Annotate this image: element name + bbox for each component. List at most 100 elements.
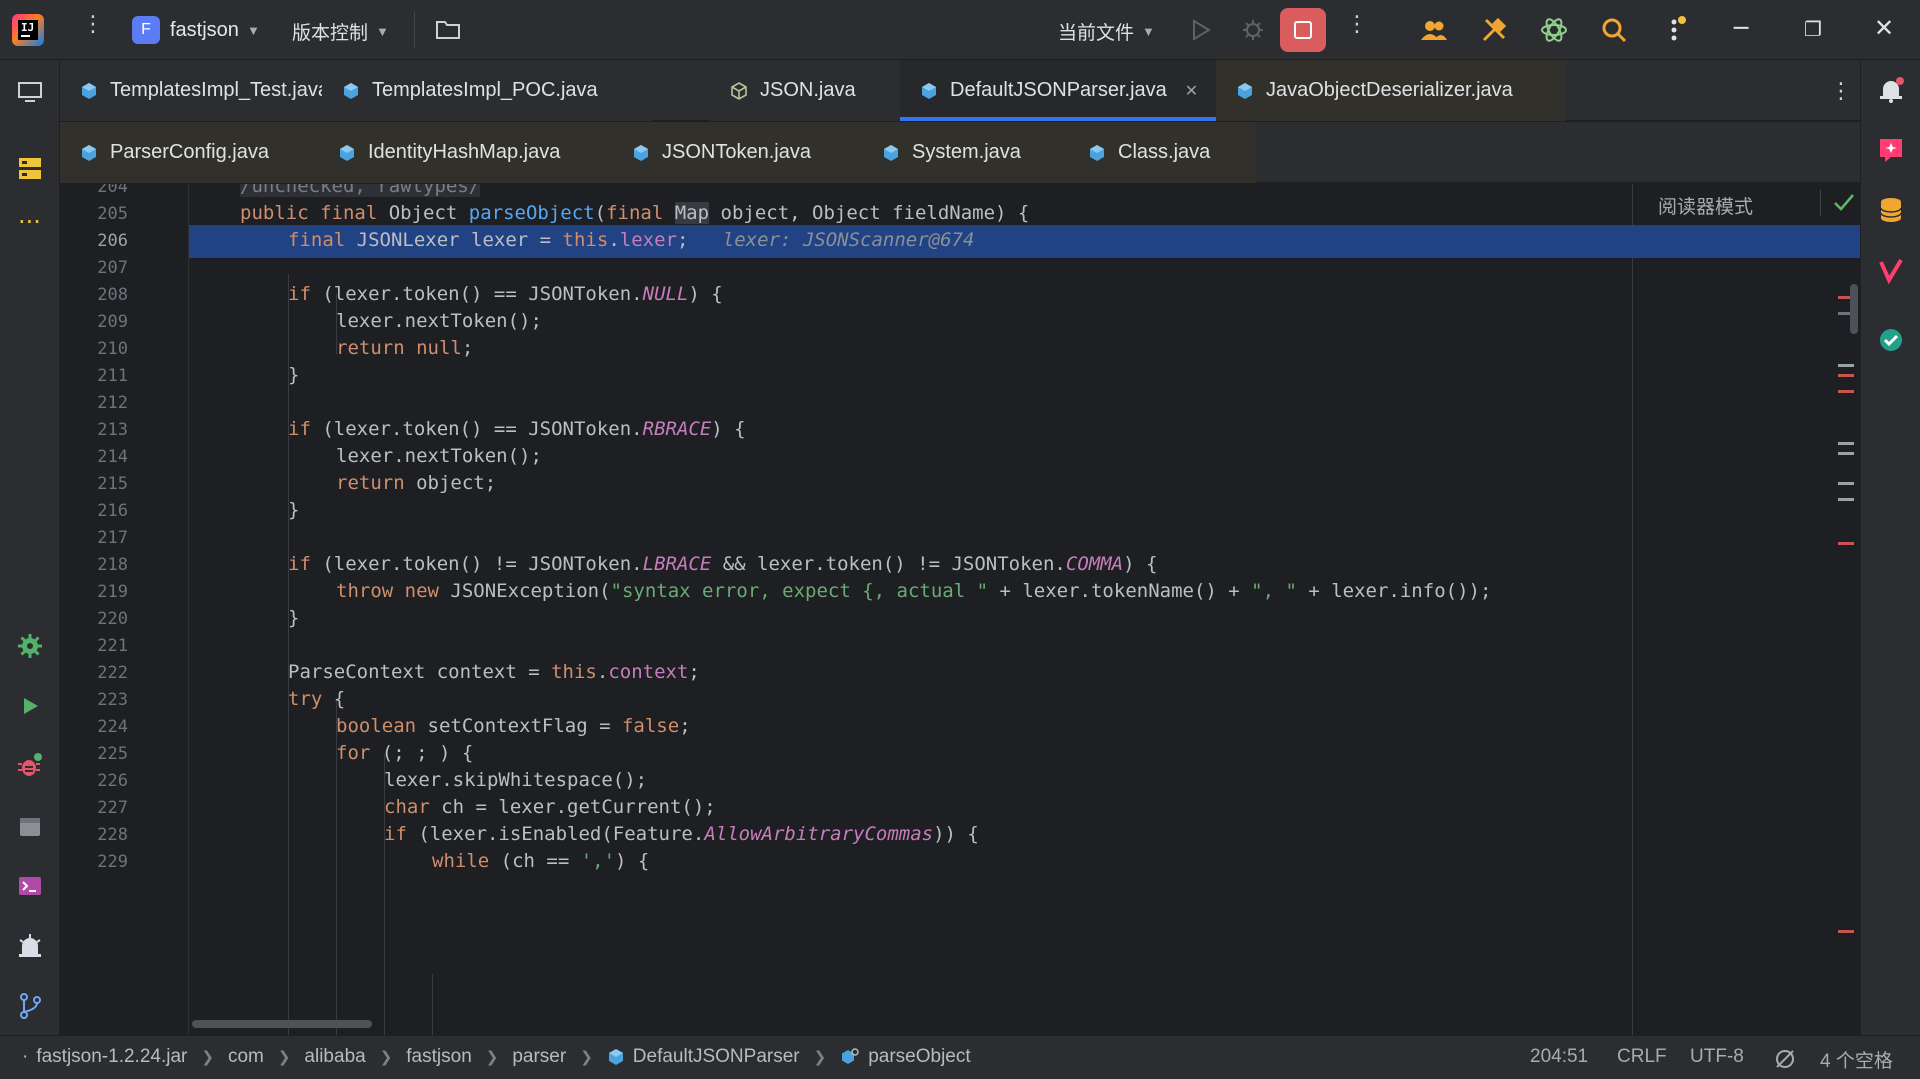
tab-json[interactable]: JSON.java	[710, 60, 900, 121]
breadcrumb-item[interactable]: · fastjson-1.2.24.jar	[22, 1046, 187, 1068]
method-icon	[842, 1048, 859, 1064]
right-tool-strip	[1860, 60, 1920, 1035]
breadcrumb-label: parseObject	[868, 1046, 971, 1067]
breadcrumb-item[interactable]: fastjson	[406, 1046, 471, 1068]
title-bar: IJ ⋮ F fastjson ▼ 版本控制 ▼ 当前文件 ▼ ⋮ ─ ❐ ✕	[0, 0, 1920, 60]
code-line[interactable]: 229 while (ch == ',') {	[60, 846, 1860, 879]
tab-defaultjsonparser[interactable]: DefaultJSONParser.java ✕	[900, 60, 1216, 121]
code-text: final JSONLexer lexer = this.lexer; lexe…	[288, 229, 974, 251]
coverage-check-icon[interactable]	[1877, 326, 1905, 354]
restore-icon[interactable]: ❐	[1804, 17, 1822, 41]
breadcrumb-item[interactable]: DefaultJSONParser	[607, 1046, 800, 1068]
error-stripe-mark[interactable]	[1838, 498, 1854, 501]
code-token: parseObject	[468, 202, 595, 224]
run-more-icon[interactable]: ⋮	[1346, 14, 1368, 36]
project-badge: F	[132, 16, 160, 44]
horizontal-scrollbar-thumb[interactable]	[192, 1020, 372, 1028]
code-token: setContextFlag =	[427, 715, 622, 737]
notifications-icon[interactable]	[1877, 76, 1905, 104]
code-text: }	[288, 607, 300, 629]
code-token: if	[288, 283, 323, 305]
error-stripe-mark[interactable]	[1838, 930, 1854, 933]
services-gear-icon[interactable]	[16, 632, 44, 660]
caret-position[interactable]: 204:51	[1530, 1046, 1588, 1068]
line-number: 226	[97, 771, 128, 791]
tab-system[interactable]: System.java	[862, 122, 1068, 183]
close-tab-icon[interactable]: ✕	[1185, 81, 1198, 101]
debug-inline-value: lexer: JSONScanner@674	[722, 229, 975, 251]
users-icon[interactable]	[1420, 16, 1448, 44]
error-stripe-mark[interactable]	[1838, 390, 1854, 393]
project-view-icon[interactable]	[16, 78, 44, 106]
run-icon[interactable]	[1190, 18, 1212, 42]
code-token: (lexer.token() != JSONToken.	[322, 553, 643, 575]
code-token: (	[594, 202, 607, 224]
run-config-selector[interactable]: 当前文件 ▼	[1058, 18, 1155, 45]
tab-javaobjectdeserializer[interactable]: JavaObjectDeserializer.java	[1216, 60, 1566, 121]
reader-mode-toggle[interactable]: 阅读器模式	[1658, 192, 1753, 219]
run-panel-icon[interactable]	[16, 692, 44, 720]
breadcrumb-item[interactable]: parseObject	[840, 1046, 971, 1068]
debug-icon[interactable]	[1240, 17, 1266, 43]
terminal-icon[interactable]	[16, 872, 44, 900]
tab-label: Class.java	[1118, 141, 1211, 163]
database-icon[interactable]	[1877, 196, 1905, 224]
line-number: 221	[97, 636, 128, 656]
tabs-more-icon[interactable]: ⋮	[1830, 78, 1852, 104]
debug-panel-icon[interactable]	[16, 752, 44, 780]
intellij-logo-icon[interactable]: IJ	[12, 14, 44, 46]
git-branch-icon[interactable]	[16, 992, 44, 1020]
tab-label: ParserConfig.java	[110, 141, 269, 163]
archive-icon[interactable]	[16, 812, 44, 840]
code-editor[interactable]: 204 /unchecked, rawtypes/ 205 public fin…	[60, 184, 1860, 1035]
code-token: (lexer.isEnabled(Feature.	[418, 823, 705, 845]
search-icon[interactable]	[1600, 16, 1628, 44]
tab-parserconfig[interactable]: ParserConfig.java	[60, 122, 316, 183]
breadcrumb-item[interactable]: parser	[512, 1046, 566, 1068]
code-token: .	[596, 661, 609, 683]
annotation-text: /unchecked, rawtypes/	[240, 184, 481, 197]
main-menu-icon[interactable]: ⋮	[82, 14, 104, 36]
vertical-scrollbar-thumb[interactable]	[1850, 284, 1858, 334]
tab-identityhashmap[interactable]: IdentityHashMap.java	[318, 122, 608, 183]
line-separator[interactable]: CRLF	[1617, 1046, 1667, 1068]
error-stripe-mark[interactable]	[1838, 542, 1854, 545]
close-icon[interactable]: ✕	[1874, 14, 1894, 42]
code-token: null	[416, 337, 462, 359]
more-tools-icon[interactable]: ···	[18, 210, 41, 234]
tab-templatesimpl-poc[interactable]: TemplatesImpl_POC.java	[322, 60, 652, 121]
readonly-lock-icon[interactable]	[1774, 1048, 1796, 1070]
breadcrumb-item[interactable]: alibaba	[304, 1046, 365, 1068]
settings-updates-icon[interactable]	[1660, 16, 1688, 44]
code-text: boolean setContextFlag = false;	[336, 715, 691, 737]
error-stripe-mark[interactable]	[1838, 364, 1854, 367]
inspection-ok-icon[interactable]	[1832, 192, 1856, 214]
build-tools-icon[interactable]	[1480, 16, 1508, 44]
code-token: if	[288, 553, 323, 575]
error-stripe-mark[interactable]	[1838, 452, 1854, 455]
file-encoding[interactable]: UTF-8	[1690, 1046, 1744, 1068]
tab-class[interactable]: Class.java	[1068, 122, 1256, 183]
divider	[1820, 190, 1821, 216]
indent-setting[interactable]: 4 个空格	[1820, 1046, 1893, 1073]
error-stripe-mark[interactable]	[1838, 442, 1854, 445]
folder-icon[interactable]	[436, 19, 460, 39]
error-stripe-mark[interactable]	[1838, 374, 1854, 377]
problems-icon[interactable]	[16, 932, 44, 960]
project-selector[interactable]: F fastjson ▼	[132, 14, 260, 46]
tab-jsontoken[interactable]: JSONToken.java	[612, 122, 864, 183]
stop-button[interactable]	[1280, 8, 1326, 52]
error-stripe-mark[interactable]	[1838, 482, 1854, 485]
code-token: (lexer.token() == JSONToken.	[322, 418, 643, 440]
ai-assistant-icon[interactable]	[1540, 16, 1568, 44]
line-number: 211	[97, 366, 128, 386]
vcs-menu[interactable]: 版本控制 ▼	[292, 18, 389, 45]
java-class-icon	[922, 82, 936, 99]
code-token: if	[384, 823, 419, 845]
breadcrumb-item[interactable]: com	[228, 1046, 264, 1068]
minimize-icon[interactable]: ─	[1734, 14, 1748, 42]
structure-icon[interactable]	[16, 154, 44, 182]
code-text: lexer.skipWhitespace();	[384, 769, 648, 791]
ai-chat-icon[interactable]	[1877, 136, 1905, 164]
vue-tool-icon[interactable]	[1877, 256, 1905, 284]
